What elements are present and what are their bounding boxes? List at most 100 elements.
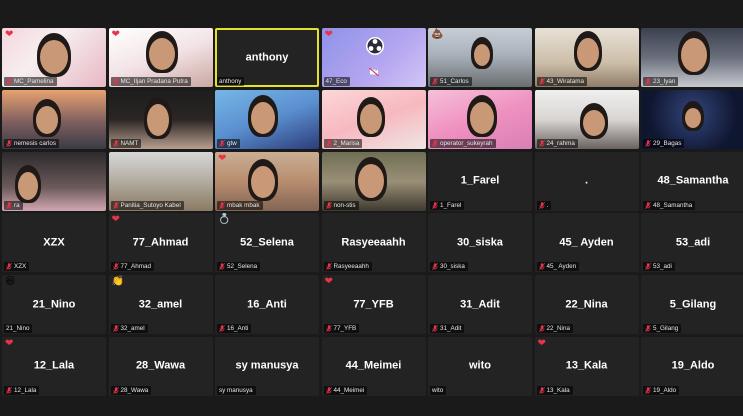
participant-tile[interactable]: nemesis carlos [2,89,106,149]
participant-name-text: anthony [219,78,242,85]
participant-tile[interactable]: 48_Samantha 48_Samantha [641,151,743,211]
participant-display-name: 22_Nina [565,298,608,311]
heart-reaction-icon: ❤ [324,276,333,288]
participant-tile[interactable]: Rasyeeaahh Rasyeeaahh [321,213,426,273]
participant-name-text: operator_sukeyrah [440,139,493,147]
participant-name-text: Panitia_Sutoyo Kabel [120,201,181,209]
participant-tile[interactable]: 2_Marisa [321,89,426,149]
participant-name-text: 1_Farel [440,201,462,209]
mic-muted-icon [112,139,119,147]
mic-muted-icon [645,263,651,271]
participant-tile[interactable]: 28_Wawa 28_Wawa [108,336,213,396]
participant-name-text: sy manusya [219,386,253,394]
participant-name-label: 48_Samantha [643,200,696,210]
participant-tile[interactable]: 45_ Ayden 45_ Ayden [534,213,639,273]
heart-reaction-icon: ❤ [111,29,120,40]
participant-tile[interactable]: 43_Wiratama [534,28,639,87]
participant-tile[interactable]: ❤ mbak mbak [215,151,319,211]
participant-display-name: 31_Adit [460,298,500,311]
participant-tile[interactable]: NAMT [108,89,213,149]
participant-tile[interactable]: ❤ MC_Iljan Pradana Putra [108,28,213,87]
participant-tile[interactable]: 💩 51_Carlos [428,28,532,87]
mic-muted-icon [6,201,12,209]
mic-muted-icon [219,201,225,209]
participant-tile[interactable]: 52_Selena 💍 52_Selena [215,213,319,273]
participant-tile[interactable]: 30_siska 30_siska [428,213,532,273]
participant-tile[interactable]: ra [2,151,106,211]
participant-tile[interactable]: 31_Adit 31_Adit [428,275,532,335]
participant-tile[interactable]: anthony anthony [215,28,319,87]
participant-name-label: mbak mbak [217,200,263,210]
participant-name-label: 2_Marisa [323,138,363,148]
poop-reaction-icon: 💩 [431,29,444,40]
heart-reaction-icon: ❤ [324,29,333,40]
participant-name-text: 47_Eco [325,78,347,85]
participant-display-name: 30_siska [457,236,503,249]
participant-display-name: 13_Kala [565,359,608,372]
participant-tile[interactable]: ❤ MC_Pamelina [2,28,106,87]
participant-tile[interactable]: 22_Nina 22_Nina [534,275,639,335]
participant-tile[interactable]: 53_adi 53_adi [641,213,743,273]
participant-tile[interactable]: sy manusya sy manusya [215,336,319,396]
participant-tile[interactable]: 44_Meimei 44_Meimei [321,336,426,396]
participant-name-text: nemesis carlos [14,139,56,147]
participant-face-shape [146,103,169,136]
heart-reaction-icon: ❤ [5,337,14,349]
participant-name-text: non-stis [333,201,356,209]
participant-tile[interactable]: .. [534,151,639,211]
participant-tile[interactable]: 12_Lala ❤ 12_Lala [2,336,106,396]
participant-face-shape [251,101,275,134]
participant-tile[interactable]: wito wito [428,336,532,396]
participant-name-text: 13_Kala [546,386,570,394]
participant-tile[interactable]: Panitia_Sutoyo Kabel [108,151,213,211]
mic-muted-icon [538,387,545,394]
clap-reaction-icon: 👏 [111,276,124,288]
participant-tile[interactable]: 32_amel 👏 32_amel [108,275,213,335]
mic-muted-icon [325,263,332,271]
mic-muted-icon [6,263,12,271]
participant-name-label: 53_adi [643,262,675,272]
participant-name-label: 47_Eco [323,77,350,86]
mic-muted-icon [645,201,651,209]
participant-tile[interactable]: 16_Anti 16_Anti [215,275,319,335]
participant-tile[interactable]: 21_Nino 😆 21_Nino [2,275,106,335]
participant-tile[interactable]: gtw [215,89,319,149]
participant-tile[interactable]: 29_Bagas [641,89,743,149]
heart-reaction-icon: ❤ [5,29,14,40]
participant-face-shape [18,171,38,200]
participant-name-label: MC_Iljan Pradana Putra [110,77,191,86]
participant-name-text: 52_Selena [227,263,258,271]
participant-tile[interactable]: XZX XZX [2,213,106,273]
participant-face-shape [470,101,494,134]
mic-muted-icon [432,263,438,271]
mic-muted-icon [432,201,438,209]
participant-display-name: sy manusya [235,359,299,372]
participant-name-label: Rasyeeaahh [323,262,372,272]
participant-tile[interactable]: operator_sukeyrah [428,89,532,149]
participant-tile[interactable]: 23_Iyan [641,28,743,87]
participant-name-text: 21_Nino [6,325,30,333]
participant-name-text: 43_Wiratama [546,78,584,85]
participant-tile[interactable]: 1_Farel 1_Farel [428,151,532,211]
participant-name-label: 12_Lala [4,385,40,395]
participant-name-label: 28_Wawa [110,385,152,395]
participant-display-name: 28_Wawa [135,359,186,372]
participant-tile[interactable]: 5_Gilang 5_Gilang [641,275,743,335]
participant-tile[interactable]: 19_Aldo 19_Aldo [641,336,743,396]
participant-name-text: ra [14,201,20,209]
participant-tile[interactable]: 13_Kala ❤ 13_Kala [534,336,639,396]
mic-muted-icon [6,139,12,147]
mic-muted-icon [325,201,332,209]
participant-tile[interactable]: 77_Ahmad ❤ 77_Ahmad [108,213,213,273]
participant-tile[interactable]: ❤ 47_Eco [321,28,426,87]
participant-display-name: 48_Samantha [657,174,729,187]
participant-name-text: Rasyeeaahh [333,263,369,271]
participant-name-text: 28_Wawa [120,386,149,394]
participant-tile[interactable]: 77_YFB ❤ 77_YFB [321,275,426,335]
participant-name-label: 21_Nino [4,324,33,334]
participant-tile[interactable]: 24_rahma [534,89,639,149]
participant-name-label: 45_ Ayden [536,262,580,272]
participant-name-text: mbak mbak [227,201,260,209]
participant-face-shape [359,103,382,134]
participant-tile[interactable]: non-stis [321,151,426,211]
